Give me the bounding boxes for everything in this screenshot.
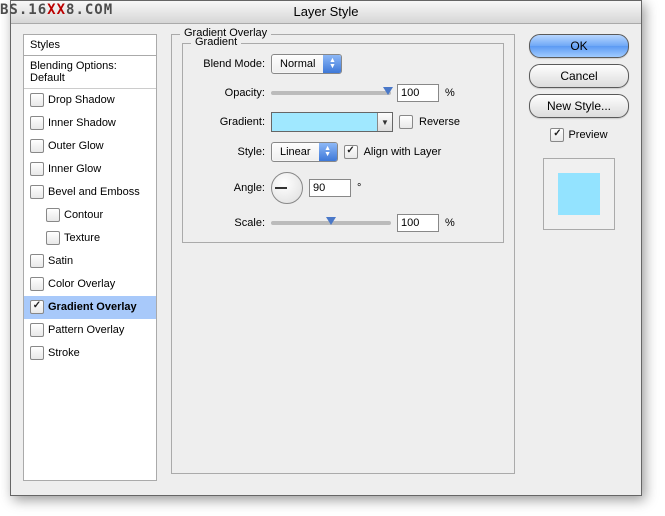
inner-group-title: Gradient [191,36,241,48]
slider-thumb-icon[interactable] [326,217,336,225]
item-label: Drop Shadow [48,94,115,106]
blending-label: Blending Options: Default [30,60,150,84]
preview-checkbox[interactable] [550,128,564,142]
item-label: Color Overlay [48,278,115,290]
scale-label: Scale: [193,217,265,229]
sidebar-item-stroke[interactable]: Stroke [24,342,156,365]
styles-header[interactable]: Styles [23,34,157,56]
style-list: Blending Options: Default Drop Shadow In… [23,56,157,481]
checkbox-icon[interactable] [30,116,44,130]
checkbox-icon[interactable] [30,93,44,107]
style-label: Style: [193,146,265,158]
checkbox-icon[interactable] [30,185,44,199]
checkbox-icon[interactable] [30,139,44,153]
reverse-label: Reverse [419,116,460,128]
styles-sidebar: Styles Blending Options: Default Drop Sh… [23,34,157,481]
updown-icon: ▲▼ [319,143,337,161]
preview-swatch-icon [558,173,600,215]
sidebar-item-inner-shadow[interactable]: Inner Shadow [24,112,156,135]
new-style-button[interactable]: New Style... [529,94,629,118]
slider-thumb-icon[interactable] [383,87,393,95]
pct-label: % [445,87,455,99]
layer-style-window: Layer Style Styles Blending Options: Def… [10,0,642,496]
checkbox-icon[interactable] [46,208,60,222]
gradient-group: Gradient Blend Mode: Normal ▲▼ Opacity: … [182,43,504,243]
blend-mode-label: Blend Mode: [193,58,265,70]
checkbox-icon[interactable] [30,300,44,314]
checkbox-icon[interactable] [30,346,44,360]
angle-label: Angle: [193,182,265,194]
sidebar-item-texture[interactable]: Texture [24,227,156,250]
item-label: Outer Glow [48,140,104,152]
pct-label: % [445,217,455,229]
angle-dial[interactable] [271,172,303,204]
opacity-label: Opacity: [193,87,265,99]
sidebar-item-satin[interactable]: Satin [24,250,156,273]
opacity-slider[interactable] [271,91,391,95]
align-label: Align with Layer [364,146,442,158]
checkbox-icon[interactable] [30,254,44,268]
checkbox-icon[interactable] [30,277,44,291]
blend-mode-select[interactable]: Normal ▲▼ [271,54,342,74]
scale-input[interactable] [397,214,439,232]
gradient-overlay-group: Gradient Overlay Gradient Blend Mode: No… [171,34,515,474]
style-select[interactable]: Linear ▲▼ [271,142,338,162]
align-checkbox[interactable] [344,145,358,159]
checkbox-icon[interactable] [30,323,44,337]
gradient-picker[interactable]: ▼ [271,112,393,132]
checkbox-icon[interactable] [30,162,44,176]
gradient-preview-icon [272,113,377,131]
watermark: BS.16XX8.COM [0,2,113,18]
chevron-down-icon[interactable]: ▼ [377,113,392,131]
item-label: Inner Shadow [48,117,116,129]
wm-xx: XX [47,2,66,18]
sidebar-item-bevel-emboss[interactable]: Bevel and Emboss [24,181,156,204]
item-label: Bevel and Emboss [48,186,140,198]
sidebar-item-pattern-overlay[interactable]: Pattern Overlay [24,319,156,342]
item-label: Satin [48,255,73,267]
preview-thumbnail [543,158,615,230]
preview-row: Preview [550,128,607,142]
item-label: Gradient Overlay [48,301,137,313]
gradient-label: Gradient: [193,116,265,128]
dialog-buttons: OK Cancel New Style... Preview [529,34,629,230]
style-value: Linear [272,146,319,158]
preview-label: Preview [568,129,607,141]
sidebar-item-gradient-overlay[interactable]: Gradient Overlay [24,296,156,319]
sidebar-item-drop-shadow[interactable]: Drop Shadow [24,89,156,112]
sidebar-item-contour[interactable]: Contour [24,204,156,227]
opacity-input[interactable] [397,84,439,102]
checkbox-icon[interactable] [46,231,60,245]
blend-mode-value: Normal [272,58,323,70]
item-label: Contour [64,209,103,221]
blending-options[interactable]: Blending Options: Default [24,56,156,89]
reverse-checkbox[interactable] [399,115,413,129]
sidebar-item-inner-glow[interactable]: Inner Glow [24,158,156,181]
item-label: Pattern Overlay [48,324,124,336]
wm-pre: BS.16 [0,2,47,18]
item-label: Stroke [48,347,80,359]
sidebar-item-color-overlay[interactable]: Color Overlay [24,273,156,296]
scale-slider[interactable] [271,221,391,225]
cancel-button[interactable]: Cancel [529,64,629,88]
item-label: Inner Glow [48,163,101,175]
updown-icon: ▲▼ [323,55,341,73]
deg-label: ° [357,182,361,194]
ok-button[interactable]: OK [529,34,629,58]
angle-input[interactable] [309,179,351,197]
item-label: Texture [64,232,100,244]
sidebar-item-outer-glow[interactable]: Outer Glow [24,135,156,158]
settings-panel: Gradient Overlay Gradient Blend Mode: No… [171,34,515,474]
wm-post: 8.COM [66,2,113,18]
